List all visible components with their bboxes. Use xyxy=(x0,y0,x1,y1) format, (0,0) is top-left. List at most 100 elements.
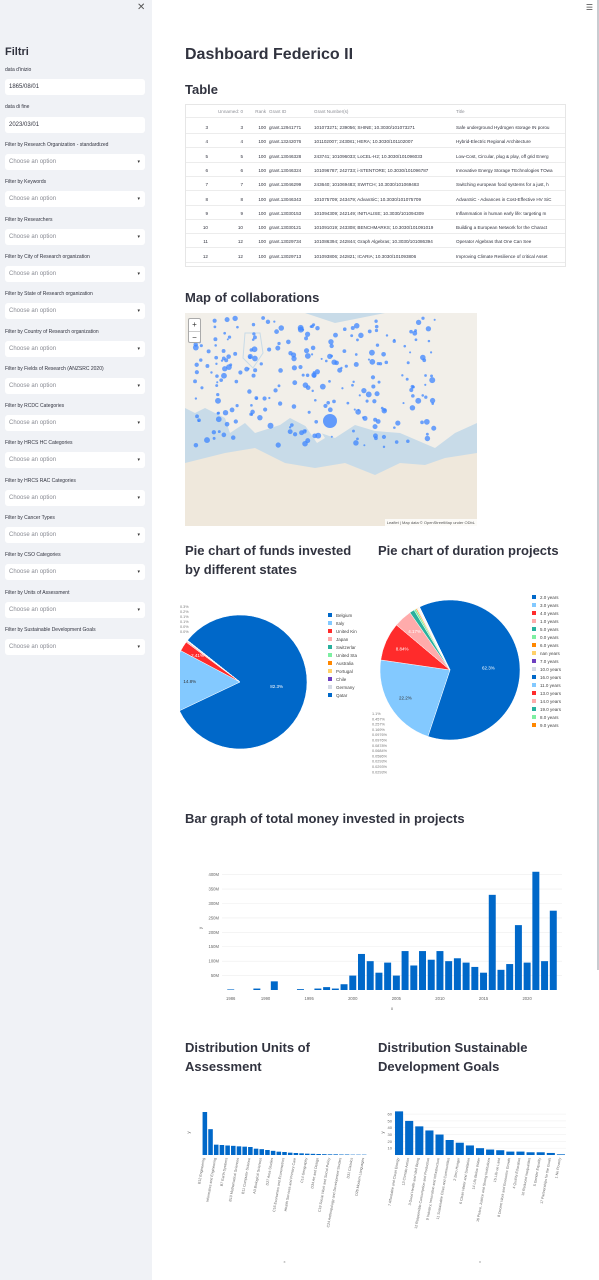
tiny-label: 0.0976% xyxy=(372,739,388,743)
map-marker xyxy=(247,367,250,370)
table-cell: 100 xyxy=(258,139,266,145)
chevron-down-icon: ▾ xyxy=(137,494,140,501)
map-marker xyxy=(424,383,427,386)
pie-chart-duration[interactable]: 62.3% 22.2% 8.84% 4.17% 2.0 years 3.0 years 4.… xyxy=(372,585,597,785)
legend-label: Belgium xyxy=(336,613,353,618)
table-row[interactable]: 3 3 100 grant.12941771 101073271; 239056; SH… xyxy=(186,121,565,134)
filter-select[interactable]: Choose an option ▾ xyxy=(5,415,145,432)
filter-select[interactable]: Choose an option ▾ xyxy=(5,527,145,543)
filter-select[interactable]: Choose an option ▾ xyxy=(5,564,145,581)
legend-label: 0.0 years xyxy=(540,635,559,640)
close-sidebar-icon[interactable]: ✕ xyxy=(137,2,145,13)
table-row[interactable]: 8 8 100 grant.13046343 101075709; 243479; Ad… xyxy=(186,193,565,206)
bar xyxy=(415,1126,424,1155)
chevron-down-icon: ▾ xyxy=(137,457,140,464)
bar-chart-uoa[interactable]: B12 Engineering Informatics and Engineeri… xyxy=(182,1105,372,1270)
map-marker xyxy=(369,359,376,365)
map-marker xyxy=(222,410,229,416)
x-tick-label: B12 Engineering xyxy=(197,1157,206,1184)
map-marker xyxy=(352,380,355,384)
filter-select[interactable]: Choose an option ▾ xyxy=(5,303,145,320)
filter-select[interactable]: Choose an option ▾ xyxy=(5,601,145,618)
table-row[interactable]: 6 6 100 grant.13046324 101096787; 242733; i-… xyxy=(186,164,565,177)
map-marker xyxy=(333,332,338,338)
filter-select[interactable]: Choose an option ▾ xyxy=(5,340,145,357)
x-tick-label: 14 Life Below Water xyxy=(471,1157,481,1190)
bar xyxy=(225,1145,230,1155)
legend-label: 10.0 years xyxy=(540,667,562,672)
map-marker xyxy=(342,327,347,332)
table-cell: Safe underground Hydrogen storage IN por… xyxy=(456,125,550,130)
table-row[interactable]: 12 12 100 grant.13029713 101093806; 242821; … xyxy=(186,250,565,263)
tiny-label: 0.169% xyxy=(372,728,386,732)
bar xyxy=(514,925,522,990)
bar-chart-money[interactable]: 50M 100M 150M 200M 250M 300M 350M 400M 1986 1990 1… xyxy=(192,858,572,1013)
bar xyxy=(322,1154,327,1155)
table-cell: 4 xyxy=(240,139,243,145)
legend-label: nan years xyxy=(540,651,561,656)
map-marker xyxy=(219,378,224,382)
table-row[interactable]: 7 7 100 grant.13046299 243640; 101069483; SW… xyxy=(186,178,565,192)
pie-chart-funds[interactable]: 82.3%14.8%2.41%BelgiumItalyUnited KinJap… xyxy=(180,590,380,775)
filter-placeholder: Choose an option xyxy=(9,643,57,650)
x-tick-label: 2015 xyxy=(479,996,489,1001)
filter-select[interactable]: Choose an option ▾ xyxy=(5,228,145,245)
table-row[interactable]: 5 5 100 grant.13046328 243741; 101096033; Lo… xyxy=(186,150,565,163)
filter-select[interactable]: Choose an option ▾ xyxy=(5,452,145,469)
x-tick-label: C16 Economics and Econometrics xyxy=(272,1157,286,1212)
table-cell: 11 xyxy=(203,239,208,245)
filter-select[interactable]: Choose an option ▾ xyxy=(5,265,145,282)
map-marker xyxy=(353,323,360,329)
legend-label: 19.0 years xyxy=(540,707,562,712)
chevron-down-icon: ▾ xyxy=(137,569,140,576)
filter-select[interactable]: Choose an option ▾ xyxy=(5,154,145,170)
bar xyxy=(227,989,235,990)
x-tick-label: D26 Modern Languages xyxy=(355,1157,366,1196)
map-marker xyxy=(381,434,387,440)
bar-chart-sdg[interactable]: 10 20 30 40 5060 7 Affordable and Clean Energ… xyxy=(376,1105,576,1270)
zoom-in-button[interactable]: + xyxy=(189,319,200,332)
table-cell: Low-Cost, Circular, plug & play, off gri… xyxy=(456,153,549,159)
map-marker xyxy=(384,360,389,365)
main-content: ☰ Dashboard Federico II Table Unnamed: 0… xyxy=(152,0,599,1280)
map-marker xyxy=(354,353,358,356)
filter-select[interactable]: Choose an option ▾ xyxy=(5,377,145,394)
map-marker xyxy=(192,344,199,351)
legend-label: Chile xyxy=(336,677,347,682)
table-cell: grant.13242076 xyxy=(269,139,302,145)
map-marker xyxy=(326,401,330,405)
x-tick-label: D34 Art and Design xyxy=(310,1157,319,1188)
end-date-label: data di fine xyxy=(5,104,30,110)
start-date-input[interactable]: 1865/08/01 xyxy=(5,79,145,95)
table-row[interactable]: 11 12 100 grant.13029734 101086394; 242844; … xyxy=(186,235,565,249)
map-marker xyxy=(277,341,281,346)
table-row[interactable]: 4 4 100 grant.13242076 101102007; 243081; HE… xyxy=(186,135,565,149)
map-marker xyxy=(330,435,333,438)
bar xyxy=(465,1145,474,1155)
menu-icon[interactable]: ☰ xyxy=(586,3,593,12)
filter-select[interactable]: Choose an option ▾ xyxy=(5,489,145,506)
table-row[interactable]: 9 9 100 grant.13030153 101094309; 242149; IN… xyxy=(186,207,565,220)
map-marker xyxy=(290,423,294,427)
end-date-input[interactable]: 2023/03/01 xyxy=(5,117,145,133)
map-marker xyxy=(371,384,376,389)
map-marker xyxy=(298,364,303,370)
collaboration-map[interactable]: + − Leaflet | Map data © OpenStreetMap u… xyxy=(185,313,477,526)
table-cell: 101094309; 242149; INITIALISE; 10.3030/1… xyxy=(314,210,424,216)
map-marker xyxy=(229,363,233,367)
table-row[interactable]: 10 10 100 grant.13030121 101091019; 243308; … xyxy=(186,221,565,235)
map-marker xyxy=(424,395,428,399)
data-table[interactable]: Unnamed: 0 Rank Grant ID Grant Number(s) Tit… xyxy=(185,104,566,267)
filter-select[interactable]: Choose an option ▾ xyxy=(5,638,145,655)
filter-label: Filter by CSO Categories xyxy=(5,552,61,559)
map-marker xyxy=(320,357,323,360)
map-marker xyxy=(221,432,227,438)
y-tick-label: 200M xyxy=(209,930,220,935)
zoom-out-button[interactable]: − xyxy=(189,332,200,344)
table-cell: 12 xyxy=(237,239,243,245)
filter-select[interactable]: Choose an option ▾ xyxy=(5,191,145,208)
tiny-label: 0.0976% xyxy=(372,733,388,737)
map-marker xyxy=(365,391,372,398)
tiny-label: 0.257% xyxy=(372,723,386,727)
legend-swatch xyxy=(328,629,332,633)
